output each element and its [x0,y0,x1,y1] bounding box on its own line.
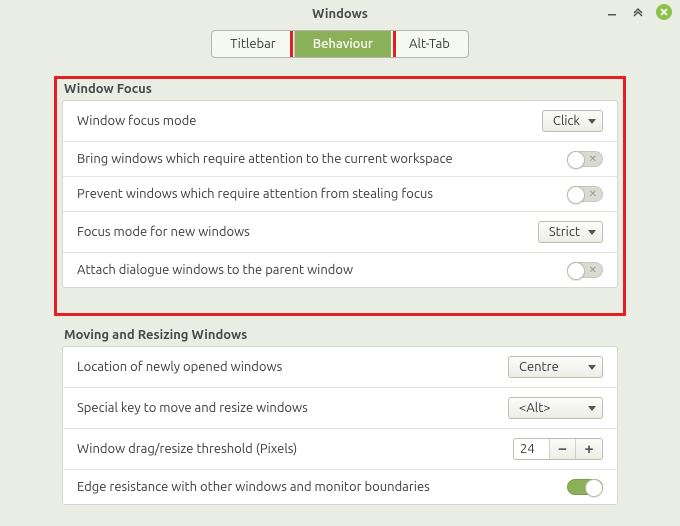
dropdown-location-new[interactable]: Centre [508,356,603,378]
tab-behaviour[interactable]: Behaviour [295,31,391,57]
minimize-button[interactable] [604,4,620,20]
row-special-key: Special key to move and resize windows <… [63,388,617,429]
row-new-focus-mode: Focus mode for new windows Strict [63,212,617,253]
panel-window-focus: Window focus mode Click Bring windows wh… [62,100,618,288]
window-controls [604,4,672,20]
dropdown-focus-mode-value: Click [553,114,580,128]
label-edge-resistance: Edge resistance with other windows and m… [77,480,430,494]
tab-titlebar[interactable]: Titlebar [212,31,295,57]
row-bring-attention: Bring windows which require attention to… [63,142,617,177]
label-focus-mode: Window focus mode [77,114,196,128]
tab-bar: Titlebar Behaviour Alt-Tab [0,30,680,58]
label-bring-attention: Bring windows which require attention to… [77,152,453,166]
chevron-down-icon [588,230,596,235]
switch-bring-attention[interactable]: ✕ [567,151,603,167]
label-prevent-stealing: Prevent windows which require attention … [77,187,433,201]
panel-moving-resizing: Location of newly opened windows Centre … [62,346,618,505]
label-special-key: Special key to move and resize windows [77,401,308,415]
stepper-increment-button[interactable]: + [576,439,602,459]
close-button[interactable] [656,4,672,20]
window-title: Windows [312,7,368,21]
row-attach-dialogs: Attach dialogue windows to the parent wi… [63,253,617,287]
row-edge-resistance: Edge resistance with other windows and m… [63,470,617,504]
dropdown-new-focus-mode[interactable]: Strict [538,221,603,243]
label-drag-threshold: Window drag/resize threshold (Pixels) [77,442,297,456]
stepper-drag-threshold: 24 − + [513,438,603,460]
section-title-window-focus: Window Focus [64,82,618,96]
row-drag-threshold: Window drag/resize threshold (Pixels) 24… [63,429,617,470]
dropdown-new-focus-mode-value: Strict [549,225,580,239]
chevron-down-icon [588,119,596,124]
label-attach-dialogs: Attach dialogue windows to the parent wi… [77,263,353,277]
label-location-new: Location of newly opened windows [77,360,282,374]
stepper-decrement-button[interactable]: − [550,439,576,459]
dropdown-location-new-value: Centre [519,360,559,374]
row-location-new: Location of newly opened windows Centre [63,347,617,388]
row-prevent-stealing: Prevent windows which require attention … [63,177,617,212]
chevron-down-icon [588,365,596,370]
section-title-moving-resizing: Moving and Resizing Windows [64,328,618,342]
label-new-focus-mode: Focus mode for new windows [77,225,250,239]
window-focus-highlight: Window Focus Window focus mode Click Bri… [54,76,626,316]
switch-edge-resistance[interactable]: ✕ [567,479,603,495]
stepper-value[interactable]: 24 [514,439,550,459]
tab-alt-tab[interactable]: Alt-Tab [391,31,468,57]
dropdown-special-key-value: <Alt> [519,401,551,415]
row-focus-mode: Window focus mode Click [63,101,617,142]
dropdown-special-key[interactable]: <Alt> [508,397,603,419]
dropdown-focus-mode[interactable]: Click [542,110,603,132]
switch-attach-dialogs[interactable]: ✕ [567,262,603,278]
titlebar: Windows [0,0,680,28]
chevron-down-icon [588,406,596,411]
maximize-button[interactable] [630,4,646,20]
switch-prevent-stealing[interactable]: ✕ [567,186,603,202]
